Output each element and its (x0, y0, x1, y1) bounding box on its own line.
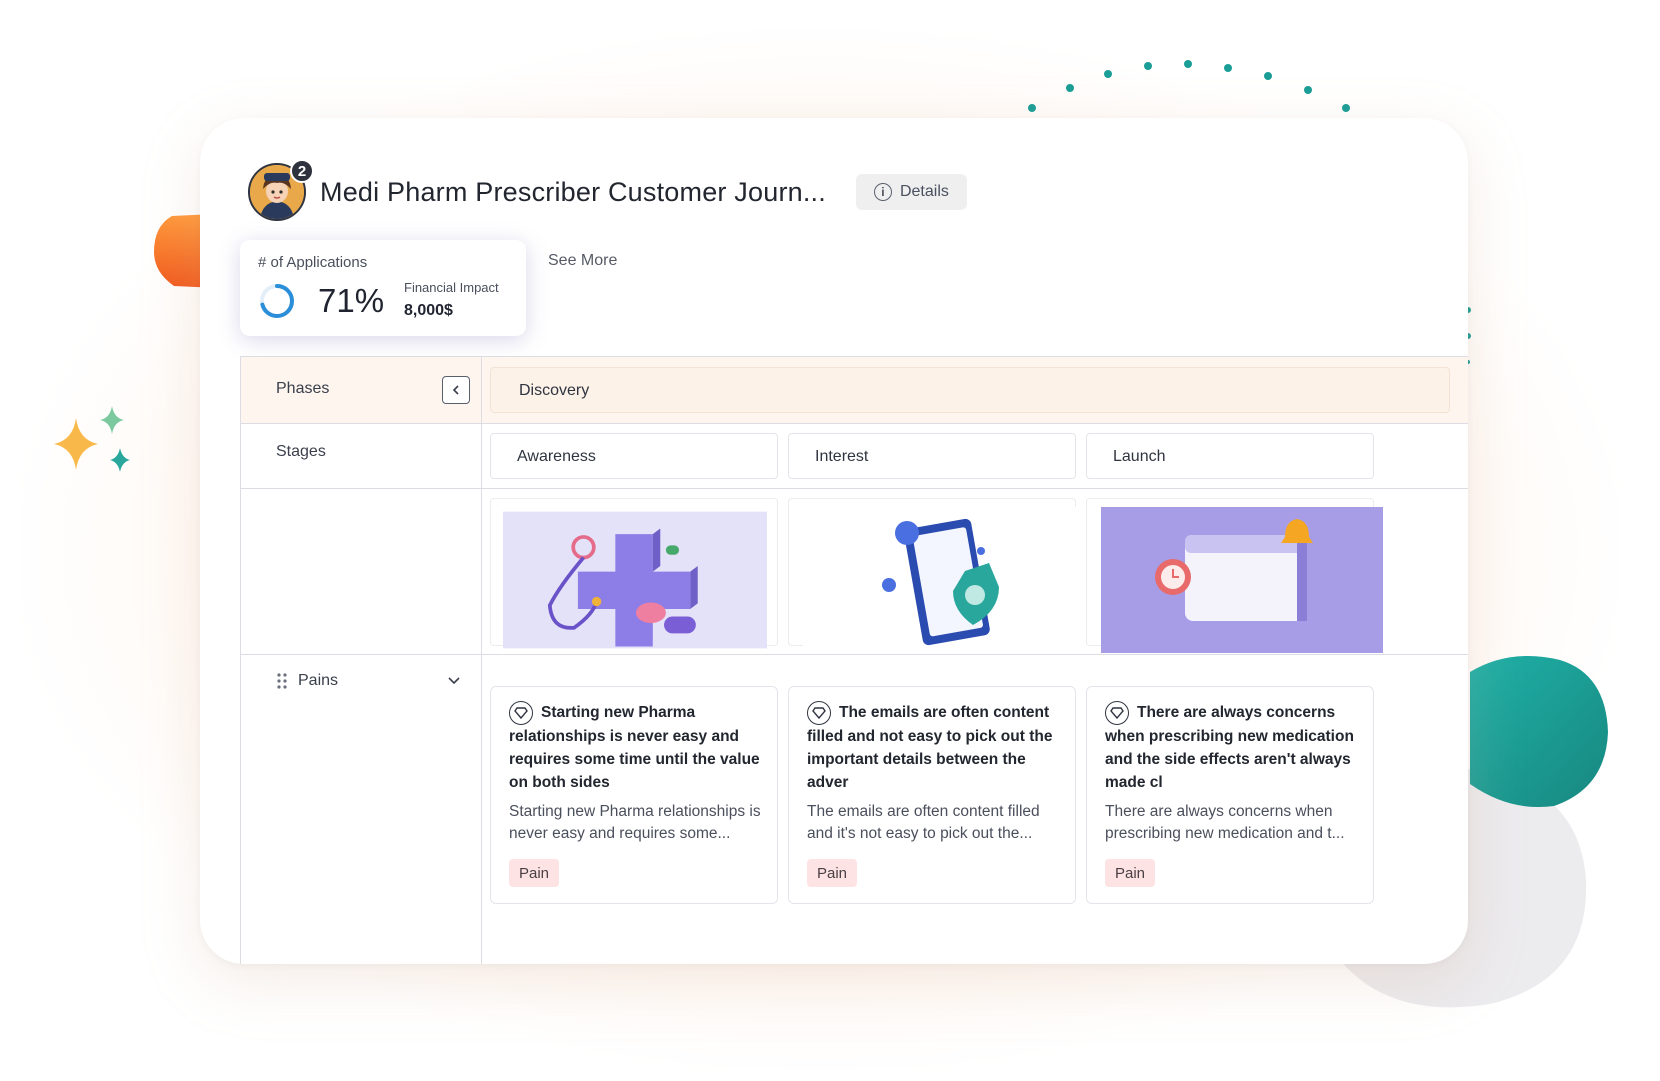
stage-interest[interactable]: Interest (788, 433, 1076, 479)
grid-divider (240, 356, 1468, 357)
medical-cross-illustration (503, 511, 767, 649)
pain-title: There are always concerns when prescribi… (1105, 704, 1354, 791)
pain-title: The emails are often content filled and … (807, 704, 1053, 791)
pain-title-wrap: There are always concerns when prescribi… (1105, 701, 1357, 794)
details-button-label: Details (899, 183, 949, 200)
stage-launch[interactable]: Launch (1086, 433, 1374, 479)
pain-badge: Pain (509, 859, 560, 887)
pain-title-wrap: Starting new Pharma relationships is nev… (509, 701, 761, 794)
stage-image-cell (490, 498, 778, 649)
see-more-link[interactable]: See More (548, 252, 617, 270)
stage-awareness[interactable]: Awareness (490, 433, 778, 479)
stage-label: Launch (1113, 448, 1166, 465)
page-title: Medi Pharm Prescriber Customer Journ... (320, 176, 826, 207)
pain-card[interactable]: There are always concerns when prescribi… (1086, 686, 1374, 904)
chevron-down-icon[interactable] (446, 672, 462, 688)
pain-emotion-icon (1105, 701, 1129, 725)
journey-header: 2 Medi Pharm Prescriber Customer Journ..… (248, 159, 967, 222)
details-button[interactable]: i Details (855, 174, 967, 210)
stage-label: Awareness (517, 448, 596, 465)
journey-card: 2 Medi Pharm Prescriber Customer Journ..… (200, 118, 1468, 964)
pain-emotion-icon (509, 701, 533, 725)
collapse-button[interactable] (442, 376, 470, 404)
pains-row-header[interactable]: Pains (276, 672, 338, 690)
pain-description: There are always concerns when prescribi… (1105, 803, 1345, 842)
pain-title-wrap: The emails are often content filled and … (807, 701, 1059, 794)
progress-ring-icon (260, 284, 294, 318)
pain-description: The emails are often content filled and … (807, 803, 1040, 842)
pain-title: Starting new Pharma relationships is nev… (509, 704, 760, 791)
pain-card[interactable]: The emails are often content filled and … (788, 686, 1076, 904)
pain-emotion-icon (807, 701, 831, 725)
avatar[interactable]: 2 (248, 159, 314, 221)
pain-badge: Pain (807, 859, 858, 887)
sparkles-decoration (54, 406, 130, 472)
financial-impact-label: Financial Impact (404, 280, 499, 295)
journey-grid: Phases Discovery Stages Awareness Intere… (240, 356, 1468, 964)
stage-image-cell (1086, 498, 1383, 653)
grid-divider (240, 423, 1468, 424)
chevron-left-icon (452, 385, 459, 395)
phase-label: Discovery (519, 382, 590, 399)
pain-description: Starting new Pharma relationships is nev… (509, 803, 761, 842)
pain-card[interactable]: Starting new Pharma relationships is nev… (490, 686, 778, 904)
teal-blob-decoration (1470, 656, 1608, 808)
info-icon: i (873, 183, 892, 201)
phases-label: Phases (276, 380, 330, 397)
financial-impact-value: 8,000$ (404, 302, 453, 319)
clipboard-shield-illustration (803, 507, 1085, 653)
kpi-card[interactable]: # of Applications 71% Financial Impact 8… (240, 240, 526, 336)
grid-divider (240, 654, 1468, 655)
stage-label: Interest (815, 448, 869, 465)
kpi-label: # of Applications (258, 254, 368, 271)
phase-discovery[interactable]: Discovery (490, 367, 1450, 413)
drag-handle-icon[interactable] (276, 672, 288, 690)
pain-badge: Pain (1105, 859, 1156, 887)
pains-label: Pains (298, 672, 339, 689)
avatar-notification-badge: 2 (290, 159, 314, 183)
grid-divider (240, 488, 1468, 489)
stage-image-cell (788, 498, 1085, 653)
stages-label: Stages (276, 443, 326, 460)
kpi-value: 71% (318, 282, 385, 319)
calendar-alarm-illustration (1101, 507, 1383, 653)
